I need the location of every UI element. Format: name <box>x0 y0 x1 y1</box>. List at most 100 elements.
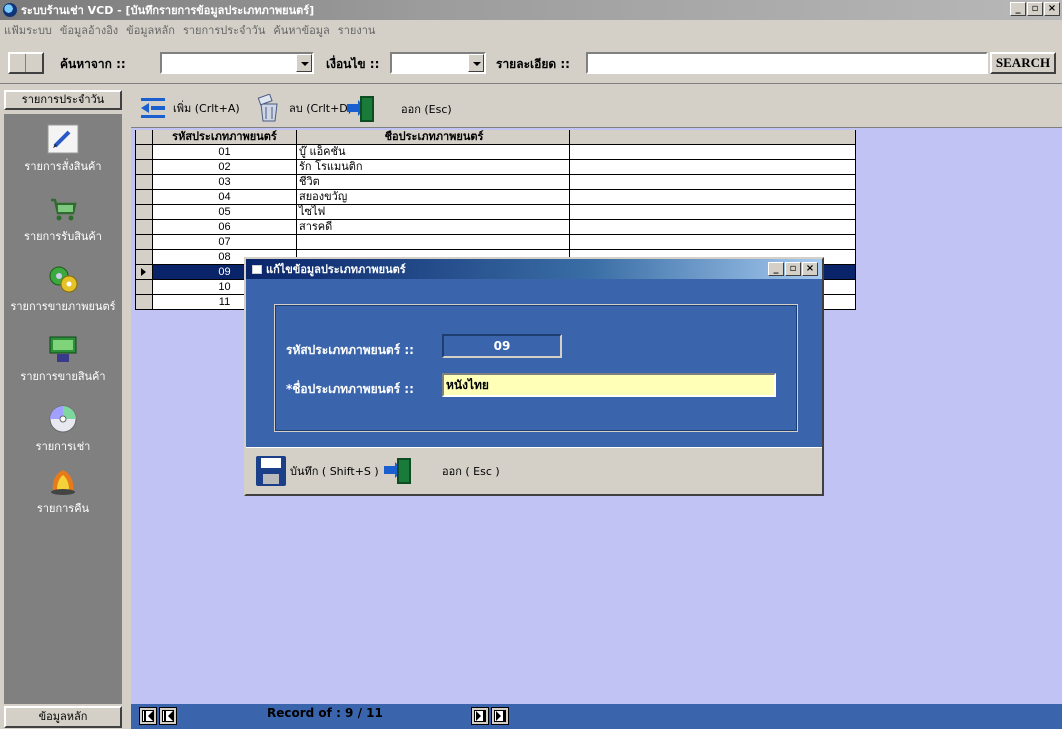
save-label: บันทึก ( Shift+S ) <box>290 465 379 478</box>
first-icon <box>142 710 154 722</box>
delete-button[interactable]: ลบ (Crlt+D) <box>255 93 353 122</box>
menu-search[interactable]: ค้นหาข้อมูล <box>273 21 329 39</box>
dialog-title-bar[interactable]: แก้ไขข้อมูลประเภทภาพยนตร์ _ ▫ × <box>246 259 822 279</box>
cell-name[interactable]: รัก โรแมนติก <box>297 160 570 174</box>
dialog-close-button[interactable]: × <box>802 262 818 276</box>
exit-label: ออก (Esc) <box>401 103 452 116</box>
cell-name[interactable]: ไซไฟ <box>297 205 570 219</box>
exit-button[interactable]: ออก (Esc) <box>347 94 452 124</box>
cell-code[interactable]: 04 <box>153 190 297 204</box>
search-detail-input[interactable] <box>586 52 988 74</box>
sidebar-item-rent[interactable]: รายการเช่า <box>4 404 122 455</box>
add-label: เพิ่ม (Crlt+A) <box>173 102 240 115</box>
row-pointer-icon[interactable] <box>136 265 153 279</box>
row-selector[interactable] <box>136 220 153 234</box>
exit-door-icon <box>384 456 414 486</box>
table-row[interactable]: 03 ชีวิต <box>136 175 856 190</box>
search-toggle-button[interactable] <box>8 52 44 74</box>
row-selector[interactable] <box>136 190 153 204</box>
sidebar-footer[interactable]: ข้อมูลหลัก <box>4 706 122 728</box>
table-row[interactable]: 05 ไซไฟ <box>136 205 856 220</box>
chevron-down-icon[interactable] <box>468 54 484 72</box>
table-row[interactable]: 04 สยองขวัญ <box>136 190 856 205</box>
table-row[interactable]: 01 บู๊ แอ็คชั่น <box>136 145 856 160</box>
search-from-label: ค้นหาจาก :: <box>60 57 126 71</box>
menu-bar: แฟ้มระบบ ข้อมูลอ้างอิง ข้อมูลหลัก รายการ… <box>0 20 1062 40</box>
next-record-button[interactable] <box>471 707 489 725</box>
last-icon <box>494 710 506 722</box>
sidebar-item-order[interactable]: รายการสั่งสินค้า <box>4 124 122 175</box>
window-controls: _ ▫ × <box>1010 2 1060 16</box>
row-selector[interactable] <box>136 145 153 159</box>
menu-file[interactable]: แฟ้มระบบ <box>4 21 52 39</box>
sidebar-item-return[interactable]: รายการคืน <box>4 466 122 517</box>
add-button[interactable]: เพิ่ม (Crlt+A) <box>139 94 240 122</box>
row-selector[interactable] <box>136 250 153 264</box>
dialog-footer: บันทึก ( Shift+S ) ออก ( Esc ) <box>246 447 822 494</box>
delete-label: ลบ (Crlt+D) <box>289 102 353 115</box>
row-selector[interactable] <box>136 160 153 174</box>
maximize-button[interactable]: ▫ <box>1027 2 1043 16</box>
trash-icon <box>255 93 283 122</box>
sidebar-item-sell-film[interactable]: รายการขายภาพยนตร์ <box>4 264 122 315</box>
prev-record-button[interactable] <box>159 707 177 725</box>
sidebar-item-label: รายการขายสินค้า <box>20 370 106 383</box>
sidebar: รายการประจำวัน รายการสั่งสินค้า รายการรั… <box>0 88 128 729</box>
next-icon <box>474 710 486 722</box>
cell-code[interactable]: 06 <box>153 220 297 234</box>
record-navigator: Record of : 9 / 11 <box>131 704 1062 729</box>
table-row[interactable]: 02 รัก โรแมนติก <box>136 160 856 175</box>
cell-code[interactable]: 05 <box>153 205 297 219</box>
row-selector[interactable] <box>136 205 153 219</box>
chevron-down-icon[interactable] <box>296 54 312 72</box>
sidebar-item-sell-product[interactable]: รายการขายสินค้า <box>4 334 122 385</box>
code-label: รหัสประเภทภาพยนตร์ :: <box>286 343 414 357</box>
sidebar-item-label: รายการสั่งสินค้า <box>24 160 102 173</box>
floppy-icon <box>256 456 286 486</box>
row-selector[interactable] <box>136 235 153 249</box>
menu-master[interactable]: ข้อมูลหลัก <box>126 21 175 39</box>
dialog-exit-button[interactable]: ออก ( Esc ) <box>384 456 500 486</box>
menu-report[interactable]: รายงาน <box>338 21 376 39</box>
cart-icon <box>47 194 79 224</box>
name-field[interactable]: หนังไทย <box>442 373 776 397</box>
toolbar: เพิ่ม (Crlt+A) ลบ (Crlt+D) ออก (Esc) <box>131 88 1062 128</box>
sidebar-item-receive[interactable]: รายการรับสินค้า <box>4 194 122 245</box>
cell-code[interactable]: 01 <box>153 145 297 159</box>
prev-icon <box>162 710 174 722</box>
cell-name[interactable]: ชีวิต <box>297 175 570 189</box>
cell-name[interactable]: บู๊ แอ็คชั่น <box>297 145 570 159</box>
cell-name[interactable]: สยองขวัญ <box>297 190 570 204</box>
search-from-select[interactable] <box>160 52 314 74</box>
row-selector[interactable] <box>136 175 153 189</box>
dialog-maximize-button[interactable]: ▫ <box>785 262 801 276</box>
column-header-code[interactable]: รหัสประเภทภาพยนตร์ <box>153 130 297 144</box>
close-button[interactable]: × <box>1044 2 1060 16</box>
dialog-minimize-button[interactable]: _ <box>768 262 784 276</box>
minimize-button[interactable]: _ <box>1010 2 1026 16</box>
column-header-empty <box>570 130 856 144</box>
cell-code[interactable]: 03 <box>153 175 297 189</box>
menu-daily[interactable]: รายการประจำวัน <box>183 21 265 39</box>
row-selector[interactable] <box>136 295 153 309</box>
search-condition-select[interactable] <box>390 52 486 74</box>
grid-header: รหัสประเภทภาพยนตร์ ชื่อประเภทภาพยนตร์ <box>136 130 856 145</box>
cell-code[interactable]: 07 <box>153 235 297 249</box>
exit-door-icon <box>347 94 377 124</box>
cell-name[interactable]: สารคดี <box>297 220 570 234</box>
sidebar-header[interactable]: รายการประจำวัน <box>4 90 122 110</box>
column-header-name[interactable]: ชื่อประเภทภาพยนตร์ <box>297 130 570 144</box>
sidebar-item-label: รายการเช่า <box>35 440 91 453</box>
table-row[interactable]: 06 สารคดี <box>136 220 856 235</box>
cell-code[interactable]: 02 <box>153 160 297 174</box>
search-button[interactable]: SEARCH <box>990 52 1056 74</box>
last-record-button[interactable] <box>491 707 509 725</box>
first-record-button[interactable] <box>139 707 157 725</box>
title-bar: ระบบร้านเช่า VCD - [บันทึกรายการข้อมูลปร… <box>0 0 1062 20</box>
cell-name[interactable] <box>297 235 570 249</box>
save-button[interactable]: บันทึก ( Shift+S ) <box>256 456 379 486</box>
menu-reference[interactable]: ข้อมูลอ้างอิง <box>60 21 118 39</box>
table-row[interactable]: 07 <box>136 235 856 250</box>
add-arrow-icon <box>139 94 167 122</box>
row-selector[interactable] <box>136 280 153 294</box>
